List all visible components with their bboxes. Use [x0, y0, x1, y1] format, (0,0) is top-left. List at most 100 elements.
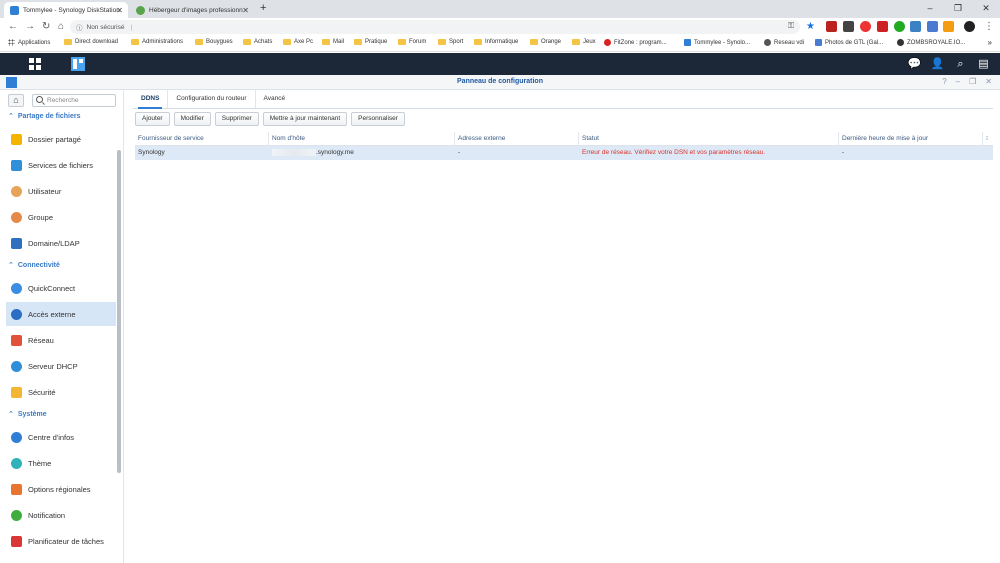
column-header-last-update[interactable]: Dernière heure de mise à jour	[839, 132, 983, 146]
bookmark-item[interactable]: Photos de GTL (Gal...	[815, 39, 883, 46]
bookmark-item[interactable]: Informatique	[474, 39, 518, 45]
user-icon[interactable]: 👤	[929, 56, 946, 72]
bookmark-item[interactable]: Forum	[398, 39, 426, 45]
menu-icon[interactable]: ⋮	[984, 21, 994, 32]
maximize-icon[interactable]: ❐	[944, 0, 972, 16]
tab-ddns[interactable]: DDNS	[133, 90, 167, 109]
key-icon[interactable]: ⚿	[788, 21, 799, 32]
bookmark-item[interactable]: Direct download	[64, 39, 118, 45]
home-browser-icon[interactable]: ⌂	[58, 21, 64, 32]
avatar[interactable]	[964, 21, 975, 32]
window-header: Panneau de configuration ? – ❐ ✕	[0, 75, 1000, 90]
sidebar-item-groupe[interactable]: Groupe	[6, 205, 116, 229]
vlc-icon[interactable]	[943, 21, 954, 32]
table-row[interactable]: Synology .synology.me - Erreur de réseau…	[135, 146, 993, 160]
bookmark-item[interactable]: Achats	[243, 39, 272, 45]
sidebar-item-domaine[interactable]: Domaine/LDAP	[6, 231, 116, 255]
sidebar-item-planificateur[interactable]: Planificateur de tâches	[6, 529, 116, 553]
column-header-status[interactable]: Statut	[579, 132, 839, 146]
bookmark-item[interactable]: Reseau vdi	[764, 39, 804, 46]
bookmarks-overflow-icon[interactable]: »	[988, 38, 992, 47]
extension-icon[interactable]	[927, 21, 938, 32]
bookmark-label: Direct download	[75, 39, 119, 45]
column-header-provider[interactable]: Fournisseur de service	[135, 132, 269, 146]
globe-icon	[11, 308, 22, 320]
sidebar-item-theme[interactable]: Thème	[6, 451, 116, 475]
sidebar-item-reseau[interactable]: Réseau	[6, 328, 116, 352]
restore-icon[interactable]: ❐	[969, 77, 976, 86]
bookmark-item[interactable]: Mail	[322, 39, 344, 45]
browser-tab-synology[interactable]: Tommylee - Synology DiskStation ✕	[4, 2, 128, 18]
browser-tab-hebergeur[interactable]: Hébergeur d'images professionn ✕	[130, 2, 254, 18]
bookmark-item[interactable]: Orange	[530, 39, 561, 45]
chat-icon[interactable]: 💬	[906, 56, 923, 72]
info-icon[interactable]: ⓘ	[76, 22, 83, 32]
sidebar-item-services-fichiers[interactable]: Services de fichiers	[6, 153, 116, 177]
chevron-up-icon: ⌃	[8, 262, 14, 269]
sidebar-scrollbar[interactable]	[117, 150, 121, 473]
sidebar-item-options-regionales[interactable]: Options régionales	[6, 477, 116, 501]
synology-favicon-icon	[10, 5, 19, 15]
home-button[interactable]: ⌂	[8, 94, 24, 107]
search-icon[interactable]: ⌕	[952, 56, 969, 72]
close-window-icon[interactable]: ✕	[972, 0, 1000, 16]
help-icon[interactable]: ?	[942, 77, 946, 86]
extension-icon[interactable]	[894, 21, 905, 32]
control-panel-taskbar-icon[interactable]	[70, 56, 86, 72]
extension-icon[interactable]	[843, 21, 854, 32]
column-header-external-address[interactable]: Adresse externe	[455, 132, 579, 146]
delete-button[interactable]: Supprimer	[214, 112, 259, 126]
close-icon[interactable]: ✕	[242, 6, 249, 15]
search-input[interactable]: Recherche	[32, 94, 116, 107]
bookmark-item[interactable]: FitZone : program...	[604, 39, 667, 46]
adblock-icon[interactable]	[860, 21, 871, 32]
address-bar[interactable]: ⓘ Non sécurisé |	[70, 20, 800, 34]
sidebar-item-dossier-partage[interactable]: Dossier partagé	[6, 127, 116, 151]
sidebar-item-quickconnect[interactable]: QuickConnect	[6, 276, 116, 300]
main-menu-icon[interactable]	[27, 56, 43, 72]
sidebar-item-dhcp[interactable]: Serveur DHCP	[6, 354, 116, 378]
bookmark-item[interactable]: Administrations	[131, 39, 183, 45]
ddns-table: Fournisseur de service Nom d'hôte Adress…	[135, 132, 993, 160]
section-partage[interactable]: ⌃ Partage de fichiers	[8, 112, 81, 120]
bookmark-item[interactable]: Applications	[8, 39, 50, 46]
reload-icon[interactable]: ↻	[42, 21, 50, 32]
extension-icon[interactable]	[910, 21, 921, 32]
sidebar-item-notification[interactable]: Notification	[6, 503, 116, 527]
minimize-icon[interactable]: –	[916, 0, 944, 16]
bookmark-item[interactable]: Jeux	[572, 39, 596, 45]
back-icon[interactable]: ←	[8, 21, 18, 32]
widgets-icon[interactable]: ▤	[975, 56, 992, 72]
extension-icon[interactable]	[877, 21, 888, 32]
bookmark-label: Informatique	[485, 39, 519, 45]
sidebar-item-utilisateur[interactable]: Utilisateur	[6, 179, 116, 203]
column-header-hostname[interactable]: Nom d'hôte	[269, 132, 455, 146]
customize-button[interactable]: Personnaliser	[351, 112, 405, 126]
bookmark-item[interactable]: Axe Pc	[283, 39, 313, 45]
add-button[interactable]: Ajouter	[135, 112, 170, 126]
sidebar-item-securite[interactable]: Sécurité	[6, 380, 116, 404]
bookmark-item[interactable]: Pratique	[354, 39, 387, 45]
new-tab-button[interactable]: +	[260, 2, 266, 14]
folder-icon	[131, 39, 139, 45]
close-icon[interactable]: ✕	[985, 77, 992, 86]
sidebar-item-centre-infos[interactable]: Centre d'infos	[6, 425, 116, 449]
bookmark-item[interactable]: Sport	[438, 39, 463, 45]
sidebar-item-label: Réseau	[28, 335, 54, 345]
forward-icon[interactable]: →	[25, 21, 35, 32]
column-menu-icon[interactable]: ⁝	[983, 132, 993, 146]
bookmark-item[interactable]: Tommylee - Synolo...	[684, 39, 750, 46]
bookmark-item[interactable]: ZOMBSROYALE.IO...	[897, 39, 965, 46]
minimize-icon[interactable]: –	[956, 77, 960, 86]
update-now-button[interactable]: Mettre à jour maintenant	[262, 112, 348, 126]
tab-configuration-routeur[interactable]: Configuration du routeur	[167, 90, 254, 108]
tab-avance[interactable]: Avancé	[254, 90, 294, 108]
section-systeme[interactable]: ⌃ Système	[8, 410, 47, 418]
close-icon[interactable]: ✕	[116, 6, 123, 15]
sidebar-item-acces-externe[interactable]: Accès externe	[6, 302, 116, 326]
edit-button[interactable]: Modifier	[173, 112, 211, 126]
section-connectivite[interactable]: ⌃ Connectivité	[8, 261, 60, 269]
bookmark-star-icon[interactable]: ★	[806, 21, 817, 32]
bookmark-item[interactable]: Bouygues	[195, 39, 233, 45]
pdf-extension-icon[interactable]	[826, 21, 837, 32]
